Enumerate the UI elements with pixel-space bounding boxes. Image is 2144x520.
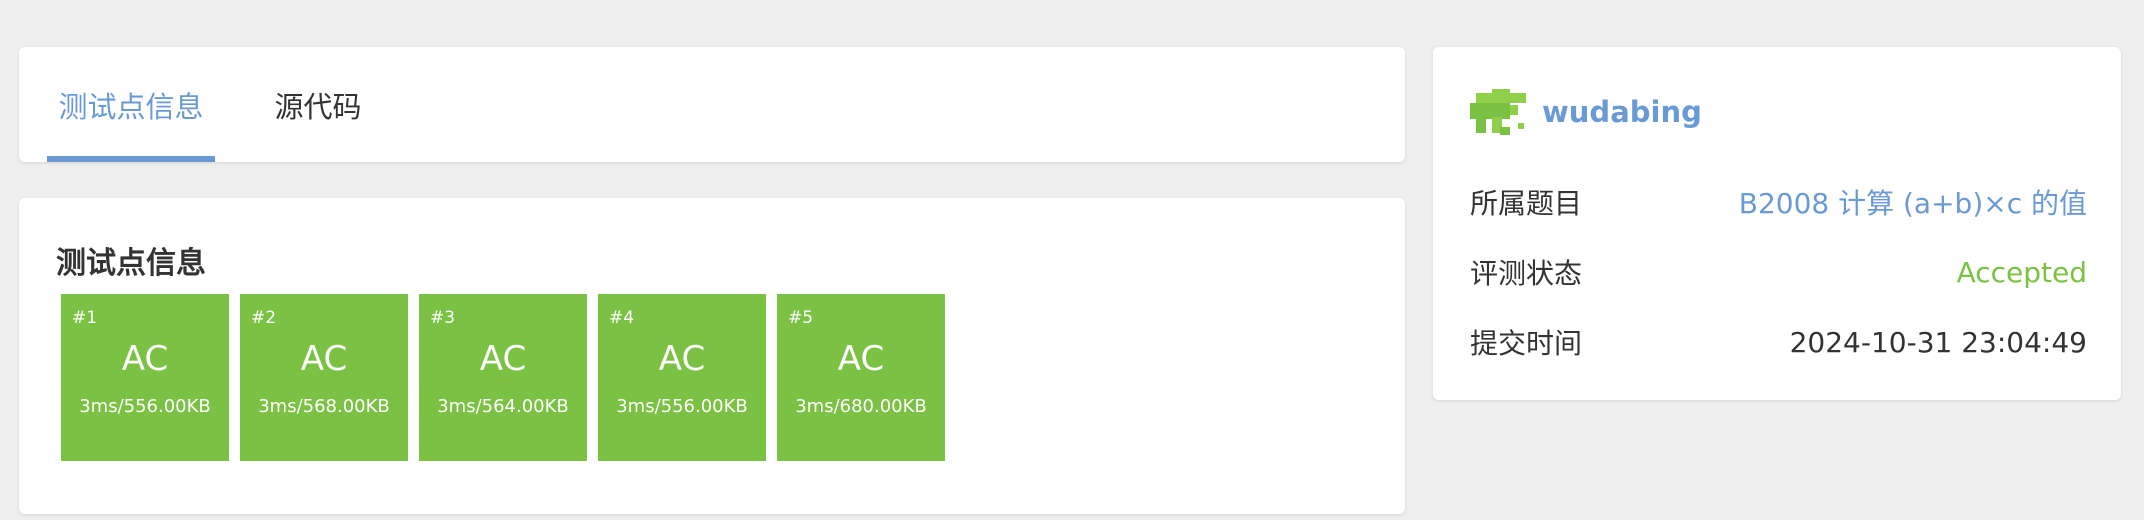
testcase-status: AC — [121, 339, 169, 379]
testcases-card: 测试点信息 #1 AC 3ms/556.00KB #2 AC 3ms/568.0… — [19, 198, 1405, 514]
testcase-time-memory: 3ms/556.00KB — [616, 396, 748, 417]
problem-link[interactable]: B2008 计算 (a+b)×c 的值 — [1739, 182, 2087, 222]
testcase-tile[interactable]: #1 AC 3ms/556.00KB — [61, 294, 229, 461]
testcase-tile[interactable]: #4 AC 3ms/556.00KB — [598, 294, 766, 461]
testcase-time-memory: 3ms/556.00KB — [79, 396, 211, 417]
info-label: 提交时间 — [1470, 327, 1583, 360]
user-row: wudabing — [1470, 87, 1702, 137]
tabs-card: 测试点信息 源代码 — [19, 47, 1405, 162]
testcase-status: AC — [837, 339, 885, 379]
testcase-status: AC — [479, 339, 527, 379]
testcase-id: #1 — [72, 308, 98, 328]
username-link[interactable]: wudabing — [1542, 95, 1702, 129]
testcase-tile[interactable]: #5 AC 3ms/680.00KB — [777, 294, 945, 461]
info-row-status: 评测状态 Accepted — [1470, 252, 2087, 292]
testcase-status: AC — [300, 339, 348, 379]
testcase-id: #3 — [430, 308, 456, 328]
testcase-tile[interactable]: #3 AC 3ms/564.00KB — [419, 294, 587, 461]
avatar-identicon-icon[interactable] — [1470, 87, 1528, 137]
tab-label: 测试点信息 — [58, 89, 204, 124]
tab-source-code[interactable]: 源代码 — [249, 47, 387, 162]
testcase-id: #2 — [251, 308, 277, 328]
submission-info-card: wudabing 所属题目 B2008 计算 (a+b)×c 的值 评测状态 A… — [1433, 47, 2121, 400]
info-row-submit-time: 提交时间 2024-10-31 23:04:49 — [1470, 322, 2087, 362]
testcase-time-memory: 3ms/680.00KB — [795, 396, 927, 417]
testcase-id: #5 — [788, 308, 814, 328]
tab-testcase-info[interactable]: 测试点信息 — [47, 47, 215, 162]
submit-time-value: 2024-10-31 23:04:49 — [1789, 325, 2087, 359]
info-label: 评测状态 — [1470, 257, 1583, 290]
testcases-grid: #1 AC 3ms/556.00KB #2 AC 3ms/568.00KB #3… — [61, 294, 945, 461]
active-tab-underline — [47, 156, 215, 162]
testcase-tile[interactable]: #2 AC 3ms/568.00KB — [240, 294, 408, 461]
tab-label: 源代码 — [274, 89, 362, 124]
status-value: Accepted — [1956, 255, 2087, 289]
testcase-id: #4 — [609, 308, 635, 328]
section-title: 测试点信息 — [56, 246, 206, 281]
testcase-time-memory: 3ms/564.00KB — [437, 396, 569, 417]
info-row-problem: 所属题目 B2008 计算 (a+b)×c 的值 — [1470, 182, 2087, 222]
testcase-status: AC — [658, 339, 706, 379]
info-label: 所属题目 — [1470, 187, 1583, 220]
testcase-time-memory: 3ms/568.00KB — [258, 396, 390, 417]
